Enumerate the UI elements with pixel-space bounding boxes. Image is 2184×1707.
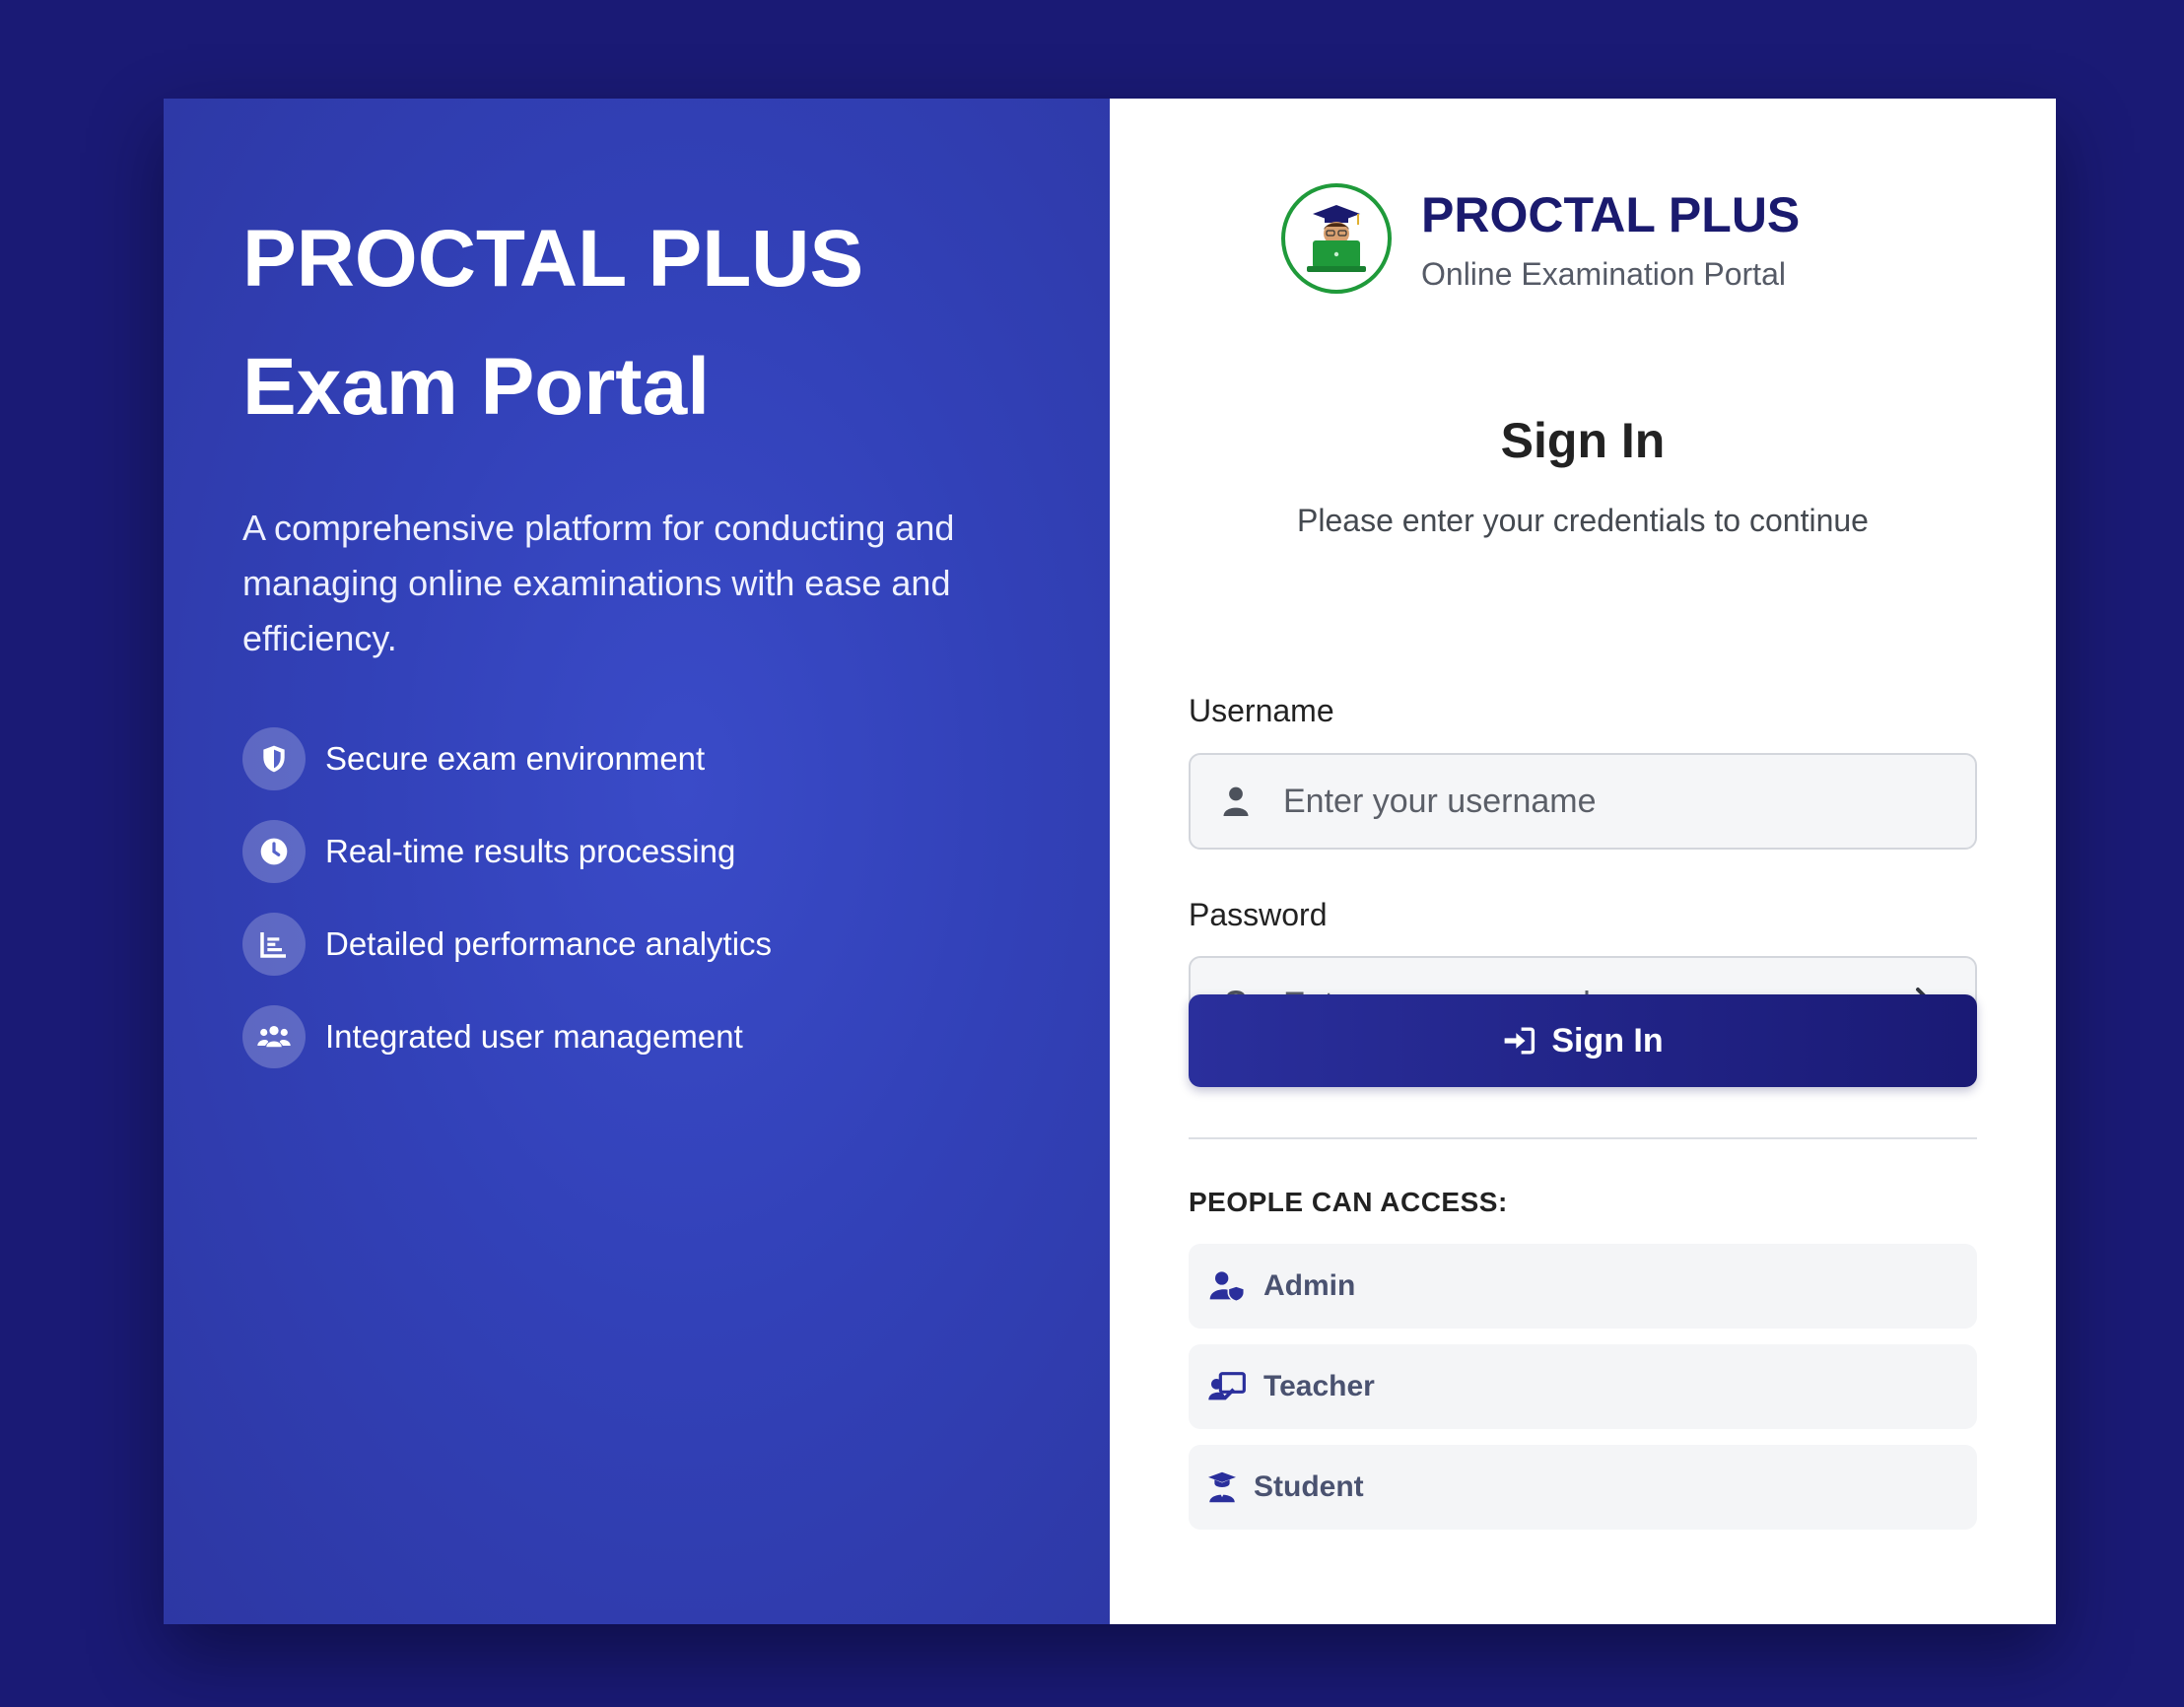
signin-button-label: Sign In — [1551, 1021, 1664, 1059]
access-title: PEOPLE CAN ACCESS: — [1189, 1187, 1508, 1217]
feature-label: Integrated user management — [325, 1018, 743, 1055]
feature-label: Secure exam environment — [325, 740, 706, 777]
feature-label: Real-time results processing — [325, 833, 736, 869]
access-role-label: Admin — [1263, 1269, 1356, 1302]
clock-icon — [242, 820, 306, 883]
user-shield-icon — [1208, 1270, 1246, 1302]
brand-text: PROCTAL PLUS Online Examination Portal — [1421, 185, 1800, 293]
divider — [1189, 1137, 1977, 1139]
shield-icon — [242, 727, 306, 790]
access-role-label: Student — [1254, 1470, 1364, 1503]
user-icon — [1218, 785, 1254, 818]
graduate-laptop-logo — [1281, 183, 1392, 294]
user-graduate-icon — [1208, 1471, 1236, 1503]
feature-item: Real-time results processing — [242, 820, 1031, 883]
username-field — [1189, 753, 1977, 850]
chart-icon — [242, 913, 306, 976]
signin-title: Sign In — [1500, 413, 1666, 468]
hero-panel: PROCTAL PLUS Exam Portal A comprehensive… — [164, 99, 1110, 1624]
feature-item: Detailed performance analytics — [242, 913, 1031, 976]
access-role-student: Student — [1189, 1445, 1977, 1530]
users-icon — [242, 1005, 306, 1068]
brand-subtitle: Online Examination Portal — [1421, 255, 1786, 292]
login-card: PROCTAL PLUS Exam Portal A comprehensive… — [164, 99, 2056, 1624]
feature-label: Detailed performance analytics — [325, 925, 773, 962]
hero-description: A comprehensive platform for conducting … — [242, 508, 955, 658]
password-label: Password — [1189, 897, 1328, 932]
feature-item: Secure exam environment — [242, 727, 1031, 790]
chalkboard-teacher-icon — [1208, 1371, 1246, 1402]
access-role-teacher: Teacher — [1189, 1344, 1977, 1429]
signin-subtitle: Please enter your credentials to continu… — [1297, 503, 1869, 538]
brand-name: PROCTAL PLUS — [1421, 186, 1801, 242]
access-role-label: Teacher — [1263, 1370, 1375, 1402]
signin-panel: PROCTAL PLUS Online Examination Portal S… — [1110, 99, 2056, 1624]
access-role-admin: Admin — [1189, 1244, 1977, 1329]
hero-title-line2: Exam Portal — [242, 342, 710, 432]
signin-button[interactable]: Sign In — [1189, 994, 1977, 1087]
username-input[interactable] — [1281, 781, 1975, 822]
feature-item: Integrated user management — [242, 1005, 1031, 1068]
sign-in-arrow-icon — [1502, 1026, 1536, 1056]
feature-list: Secure exam environment Real-time result… — [242, 727, 1031, 1068]
hero-title-line1: PROCTAL PLUS — [242, 214, 864, 304]
brand-header: PROCTAL PLUS Online Examination Portal — [1281, 183, 1800, 294]
username-label: Username — [1189, 693, 1334, 728]
